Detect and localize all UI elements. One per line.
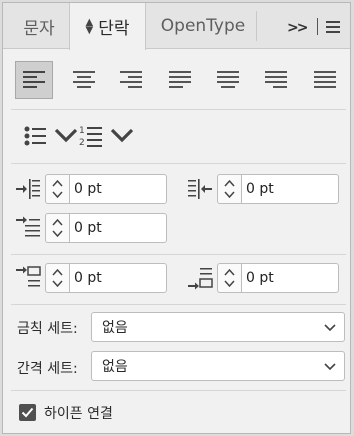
tab-character[interactable]: 문자 — [9, 3, 69, 49]
justify-last-center-button[interactable] — [209, 61, 247, 99]
bullet-list-button[interactable] — [23, 123, 78, 149]
divider — [11, 254, 346, 255]
tab-opentype-label: OpenType — [160, 16, 246, 36]
justify-last-left-icon — [169, 71, 191, 88]
align-left-button[interactable] — [15, 61, 53, 99]
justify-last-right-button[interactable] — [257, 61, 295, 99]
first-line-indent-stepper[interactable] — [45, 213, 69, 243]
align-center-button[interactable] — [65, 61, 103, 99]
left-indent-icon — [16, 179, 40, 199]
updown-arrows-icon: ▲ ▼ — [85, 16, 94, 36]
chevron-down-icon — [324, 324, 336, 332]
chevron-up-icon — [224, 269, 235, 276]
chevron-down-icon — [224, 191, 235, 198]
mojikumi-select[interactable]: 없음 — [91, 351, 345, 381]
divider — [11, 390, 346, 391]
tab-divider — [256, 11, 257, 41]
space-before-field: 0 pt — [15, 263, 167, 293]
chevron-down-icon — [54, 128, 78, 143]
justify-last-center-icon — [217, 71, 239, 88]
align-center-icon — [73, 71, 95, 88]
chevron-down-icon — [324, 363, 336, 371]
tab-opentype[interactable]: OpenType — [151, 3, 255, 49]
numbered-list-icon: 12 — [79, 126, 102, 148]
space-after-stepper[interactable] — [217, 263, 241, 293]
justify-all-icon — [314, 71, 336, 88]
kinsoku-value: 없음 — [102, 320, 128, 336]
divider — [11, 304, 346, 305]
svg-text:2: 2 — [79, 138, 85, 148]
align-left-icon — [23, 71, 45, 88]
chevron-down-icon — [224, 280, 235, 287]
panel-menu-icon[interactable] — [326, 21, 340, 33]
left-indent-input[interactable]: 0 pt — [69, 174, 167, 204]
first-line-indent-input[interactable]: 0 pt — [69, 213, 167, 243]
space-before-icon — [16, 266, 41, 287]
mojikumi-value: 없음 — [102, 359, 128, 375]
tab-character-label: 문자 — [23, 18, 55, 39]
right-indent-icon — [188, 179, 212, 199]
bullet-list-icon — [24, 126, 46, 146]
tab-paragraph[interactable]: ▲ ▼ 단락 — [69, 3, 146, 50]
justify-last-right-icon — [265, 71, 287, 88]
chevron-down-icon — [110, 128, 134, 143]
space-before-input[interactable]: 0 pt — [69, 263, 167, 293]
checkmark-icon — [21, 407, 34, 418]
chevron-down-icon — [52, 191, 63, 198]
space-before-stepper[interactable] — [45, 263, 69, 293]
overflow-icon[interactable]: >> — [287, 20, 309, 36]
alignment-row — [15, 61, 345, 99]
space-after-icon — [188, 268, 213, 290]
divider — [11, 109, 346, 110]
kinsoku-select[interactable]: 없음 — [91, 312, 345, 342]
left-indent-field: 0 pt — [15, 174, 167, 204]
chevron-up-icon — [52, 269, 63, 276]
tab-bar: 문자 ▲ ▼ 단락 OpenType >> — [3, 3, 350, 50]
space-after-field: 0 pt — [187, 263, 339, 293]
first-line-indent-icon — [16, 216, 40, 237]
kinsoku-label: 금칙 세트: — [17, 321, 78, 337]
divider — [317, 18, 318, 35]
right-indent-field: 0 pt — [187, 174, 339, 204]
paragraph-panel: 문자 ▲ ▼ 단락 OpenType >> 1 2 0 pt 0 pt 0 pt… — [2, 2, 351, 434]
justify-last-left-button[interactable] — [161, 61, 199, 99]
numbered-list-button[interactable]: 12 — [79, 123, 134, 149]
align-right-icon — [120, 71, 142, 88]
left-indent-stepper[interactable] — [45, 174, 69, 204]
tab-paragraph-label: 단락 — [98, 19, 130, 39]
chevron-down-icon — [52, 230, 63, 237]
hyphenate-checkbox[interactable] — [19, 404, 36, 421]
first-line-indent-field: 0 pt — [15, 213, 167, 243]
chevron-up-icon — [52, 219, 63, 226]
hyphenate-label: 하이픈 연결 — [44, 406, 113, 422]
chevron-up-icon — [52, 180, 63, 187]
chevron-down-icon — [52, 280, 63, 287]
align-right-button[interactable] — [112, 61, 150, 99]
justify-all-button[interactable] — [306, 61, 344, 99]
divider — [11, 163, 346, 164]
svg-text:1: 1 — [79, 126, 85, 136]
space-after-input[interactable]: 0 pt — [241, 263, 339, 293]
mojikumi-label: 간격 세트: — [17, 361, 78, 377]
chevron-up-icon — [224, 180, 235, 187]
right-indent-input[interactable]: 0 pt — [241, 174, 339, 204]
right-indent-stepper[interactable] — [217, 174, 241, 204]
